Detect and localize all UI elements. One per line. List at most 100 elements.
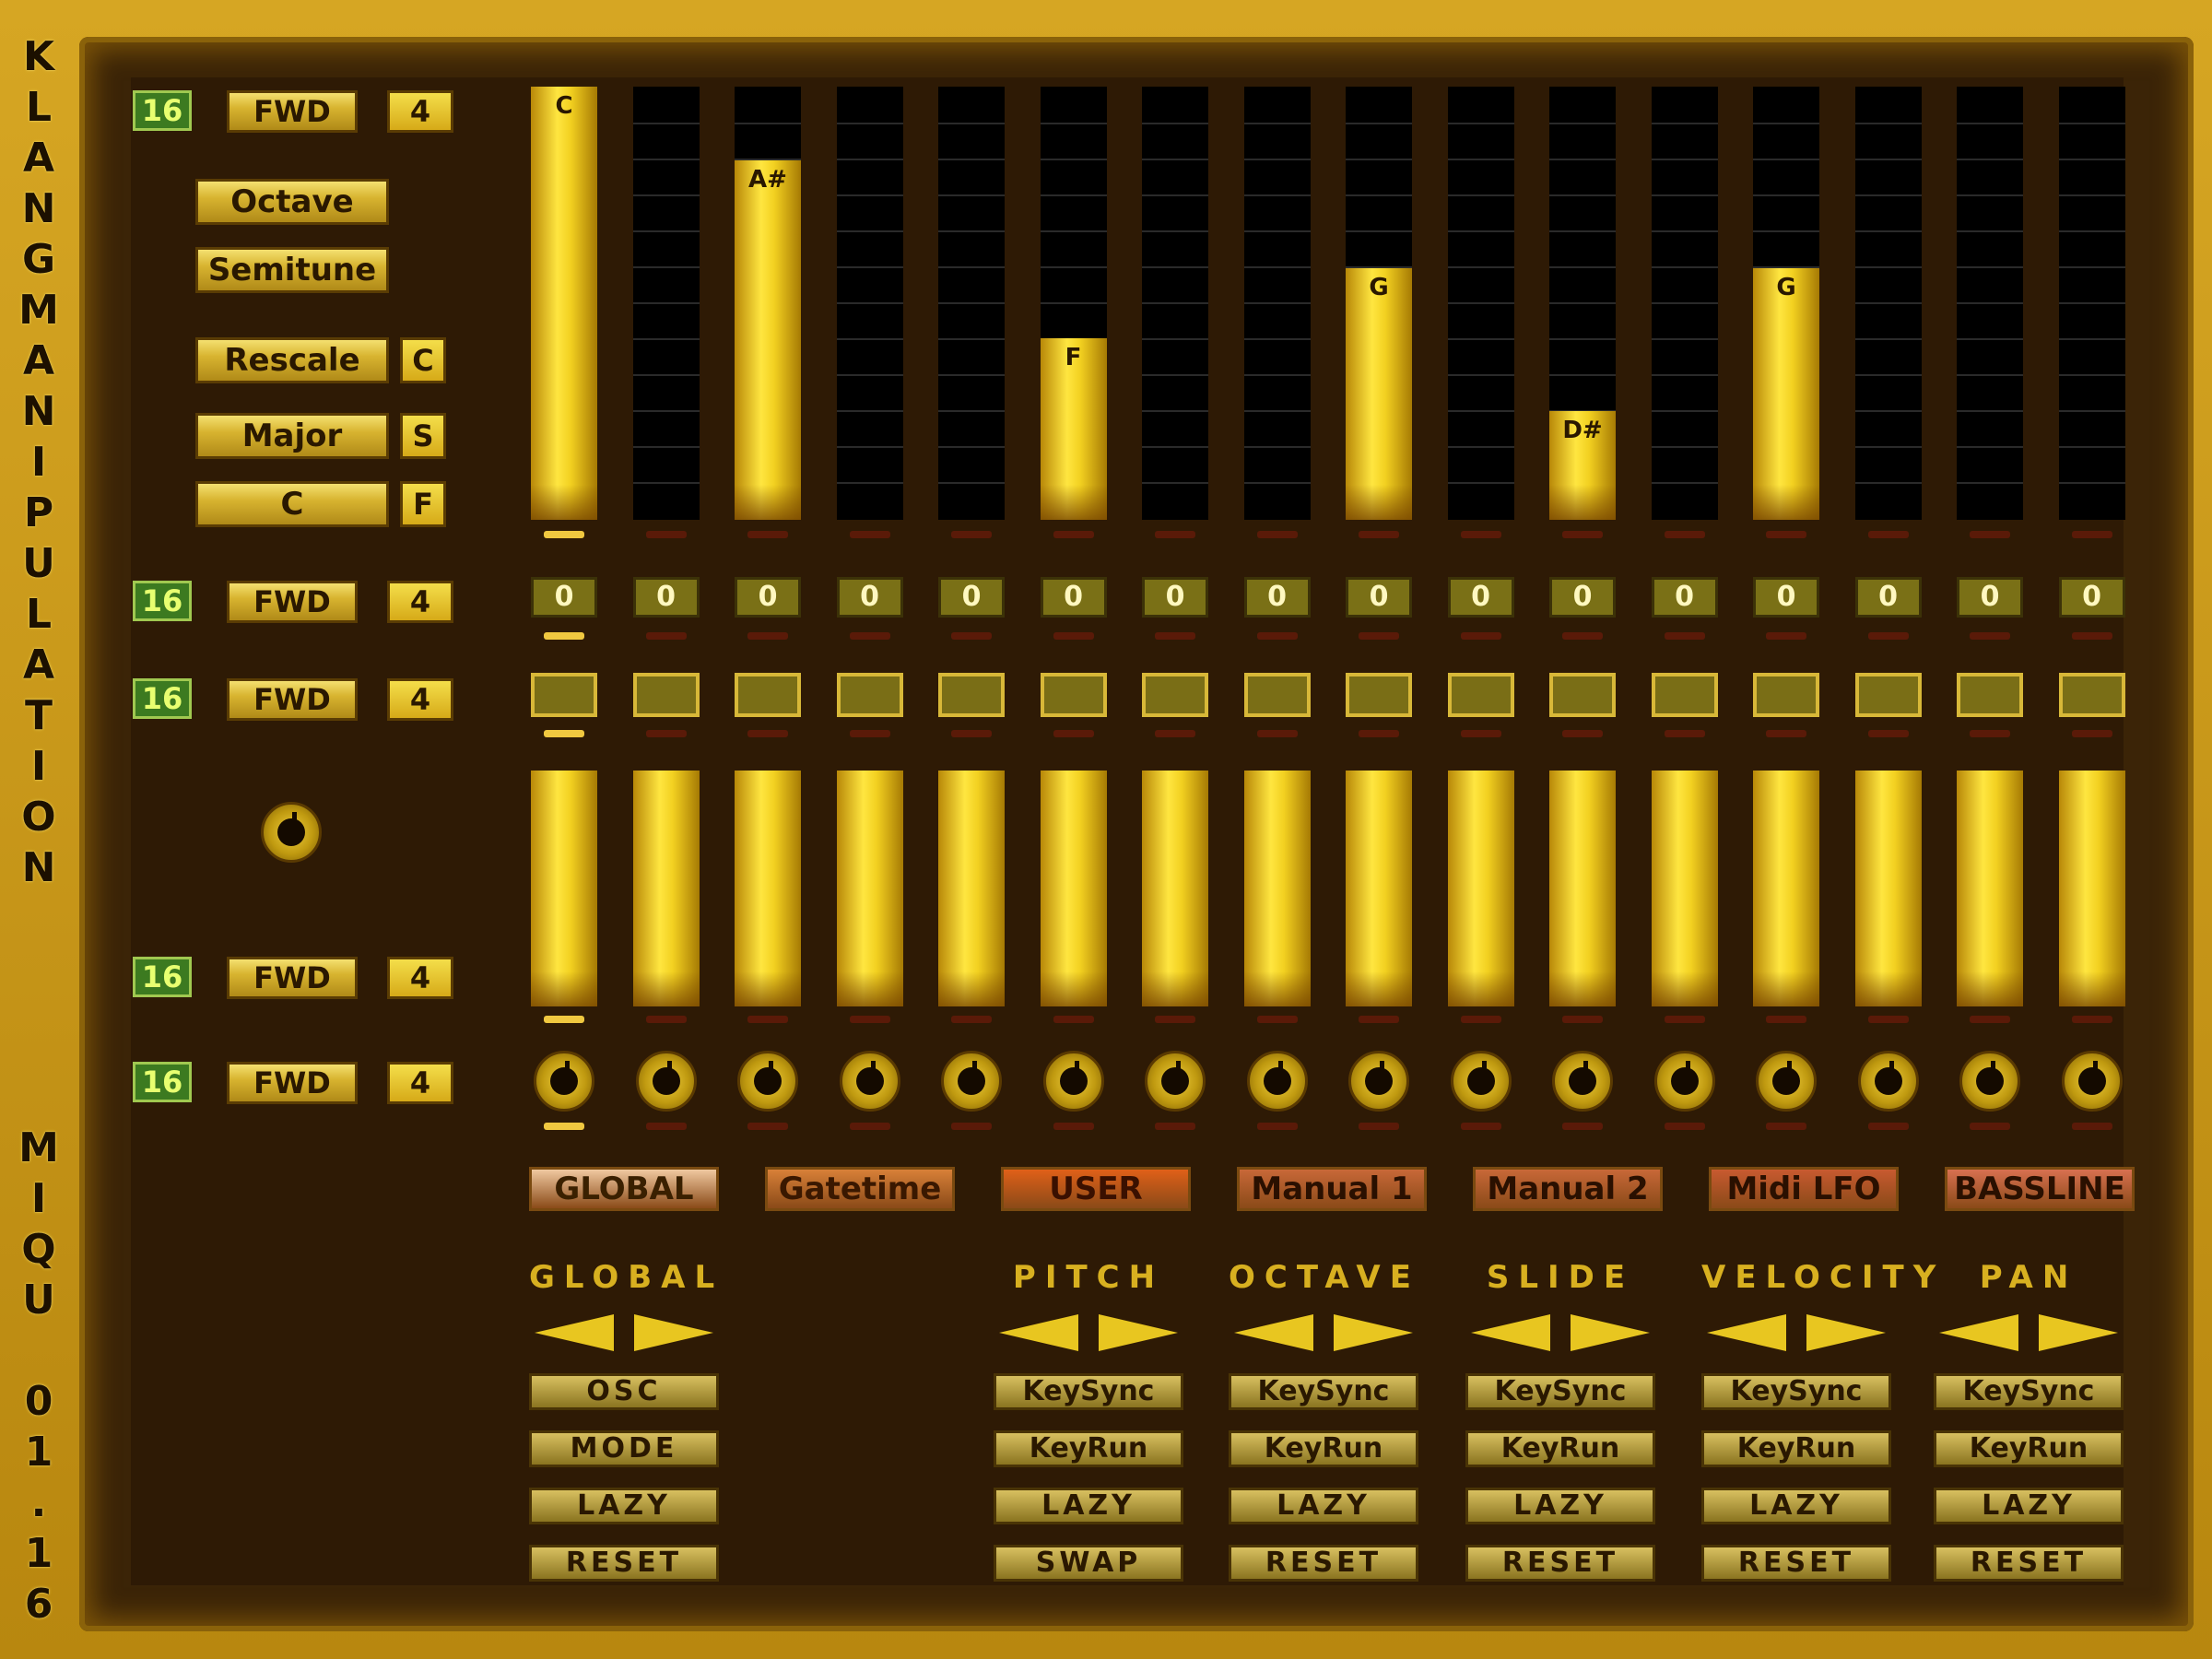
octave-step[interactable]: 0 bbox=[1957, 577, 2023, 618]
pitch-bar[interactable]: G bbox=[1346, 268, 1412, 520]
pitch-step[interactable]: A# bbox=[735, 87, 801, 520]
slide-step[interactable] bbox=[1651, 673, 1718, 717]
root-note-select[interactable]: C bbox=[195, 481, 389, 527]
rescale-tag[interactable]: C bbox=[400, 337, 446, 383]
velocity-bar[interactable] bbox=[1549, 771, 1616, 1006]
global-knob[interactable] bbox=[261, 802, 322, 863]
previous-arrow-icon[interactable] bbox=[535, 1314, 614, 1351]
pitch-step[interactable]: F bbox=[1040, 87, 1107, 520]
velocity-step[interactable] bbox=[1447, 771, 1514, 1006]
next-arrow-icon[interactable] bbox=[2039, 1314, 2118, 1351]
octave-step[interactable]: 0 bbox=[735, 577, 801, 618]
velocity-step[interactable] bbox=[531, 771, 597, 1006]
next-arrow-icon[interactable] bbox=[1334, 1314, 1413, 1351]
octave-step[interactable]: 0 bbox=[2058, 577, 2125, 618]
slide-step[interactable] bbox=[1243, 673, 1311, 717]
velocity-step[interactable] bbox=[1957, 771, 2023, 1006]
section-button-lazy[interactable]: LAZY bbox=[1934, 1488, 2124, 1524]
velocity-bar[interactable] bbox=[1243, 771, 1311, 1006]
slide-step[interactable] bbox=[1447, 673, 1514, 717]
pan-knob[interactable] bbox=[635, 1051, 697, 1112]
pitch-step[interactable] bbox=[1243, 87, 1311, 520]
next-arrow-icon[interactable] bbox=[1099, 1314, 1178, 1351]
pitch-step[interactable]: C bbox=[531, 87, 597, 520]
pitch-bar[interactable]: F bbox=[1040, 338, 1107, 520]
slide-step[interactable] bbox=[1753, 673, 1819, 717]
root-tag[interactable]: F bbox=[400, 481, 446, 527]
next-arrow-icon[interactable] bbox=[634, 1314, 713, 1351]
section-button-keysync[interactable]: KeySync bbox=[1701, 1373, 1891, 1410]
division-button[interactable]: 4 bbox=[387, 678, 453, 721]
section-button-keyrun[interactable]: KeyRun bbox=[1701, 1430, 1891, 1467]
section-button-reset[interactable]: RESET bbox=[1465, 1545, 1655, 1582]
section-button-lazy[interactable]: LAZY bbox=[529, 1488, 719, 1524]
steps-count[interactable]: 16 bbox=[133, 957, 192, 997]
section-button-keysync[interactable]: KeySync bbox=[1934, 1373, 2124, 1410]
section-button-reset[interactable]: RESET bbox=[1229, 1545, 1418, 1582]
section-button-swap[interactable]: SWAP bbox=[994, 1545, 1183, 1582]
pitch-step[interactable] bbox=[836, 87, 903, 520]
previous-arrow-icon[interactable] bbox=[1471, 1314, 1550, 1351]
slide-step[interactable] bbox=[1854, 673, 1922, 717]
section-button-keyrun[interactable]: KeyRun bbox=[1934, 1430, 2124, 1467]
direction-button[interactable]: FWD bbox=[227, 581, 358, 623]
tab-manual-1[interactable]: Manual 1 bbox=[1237, 1167, 1427, 1211]
section-button-keysync[interactable]: KeySync bbox=[994, 1373, 1183, 1410]
pan-knob[interactable] bbox=[1756, 1051, 1817, 1112]
octave-step[interactable]: 0 bbox=[1549, 577, 1616, 618]
next-arrow-icon[interactable] bbox=[1806, 1314, 1886, 1351]
octave-button[interactable]: Octave bbox=[195, 179, 389, 225]
velocity-bar[interactable] bbox=[1346, 771, 1412, 1006]
octave-step[interactable]: 0 bbox=[836, 577, 903, 618]
section-button-keysync[interactable]: KeySync bbox=[1229, 1373, 1418, 1410]
velocity-bar[interactable] bbox=[1854, 771, 1922, 1006]
pan-knob[interactable] bbox=[1959, 1051, 2020, 1112]
tab-user[interactable]: USER bbox=[1001, 1167, 1191, 1211]
velocity-step[interactable] bbox=[1753, 771, 1819, 1006]
velocity-step[interactable] bbox=[1651, 771, 1718, 1006]
slide-step[interactable] bbox=[1142, 673, 1208, 717]
tab-midi-lfo[interactable]: Midi LFO bbox=[1709, 1167, 1899, 1211]
pitch-step[interactable] bbox=[2058, 87, 2125, 520]
velocity-bar[interactable] bbox=[1040, 771, 1107, 1006]
section-button-osc[interactable]: OSC bbox=[529, 1373, 719, 1410]
tab-bassline[interactable]: BASSLINE bbox=[1945, 1167, 2135, 1211]
steps-count[interactable]: 16 bbox=[133, 90, 192, 131]
pan-knob[interactable] bbox=[737, 1051, 798, 1112]
section-button-lazy[interactable]: LAZY bbox=[1465, 1488, 1655, 1524]
velocity-step[interactable] bbox=[836, 771, 903, 1006]
pan-knob[interactable] bbox=[1450, 1051, 1512, 1112]
pitch-step[interactable]: G bbox=[1753, 87, 1819, 520]
octave-step[interactable]: 0 bbox=[1243, 577, 1311, 618]
velocity-step[interactable] bbox=[1854, 771, 1922, 1006]
division-button[interactable]: 4 bbox=[387, 1062, 453, 1104]
section-button-keysync[interactable]: KeySync bbox=[1465, 1373, 1655, 1410]
previous-arrow-icon[interactable] bbox=[999, 1314, 1078, 1351]
slide-step[interactable] bbox=[1957, 673, 2023, 717]
slide-step[interactable] bbox=[836, 673, 903, 717]
pitch-bar[interactable]: A# bbox=[735, 160, 801, 520]
section-button-keyrun[interactable]: KeyRun bbox=[1229, 1430, 1418, 1467]
slide-step[interactable] bbox=[1040, 673, 1107, 717]
pan-knob[interactable] bbox=[839, 1051, 900, 1112]
pan-knob[interactable] bbox=[1348, 1051, 1409, 1112]
rescale-button[interactable]: Rescale bbox=[195, 337, 389, 383]
section-button-lazy[interactable]: LAZY bbox=[1229, 1488, 1418, 1524]
velocity-step[interactable] bbox=[735, 771, 801, 1006]
octave-step[interactable]: 0 bbox=[1142, 577, 1208, 618]
pitch-bar[interactable]: G bbox=[1753, 268, 1819, 520]
slide-step[interactable] bbox=[938, 673, 1005, 717]
pitch-step[interactable]: G bbox=[1346, 87, 1412, 520]
pan-knob[interactable] bbox=[1145, 1051, 1206, 1112]
velocity-bar[interactable] bbox=[836, 771, 903, 1006]
previous-arrow-icon[interactable] bbox=[1707, 1314, 1786, 1351]
octave-step[interactable]: 0 bbox=[1346, 577, 1412, 618]
section-button-keyrun[interactable]: KeyRun bbox=[994, 1430, 1183, 1467]
tab-global[interactable]: GLOBAL bbox=[529, 1167, 719, 1211]
pitch-step[interactable] bbox=[1854, 87, 1922, 520]
velocity-step[interactable] bbox=[1040, 771, 1107, 1006]
velocity-step[interactable] bbox=[1243, 771, 1311, 1006]
scale-select[interactable]: Major bbox=[195, 413, 389, 459]
division-button[interactable]: 4 bbox=[387, 957, 453, 999]
pitch-step[interactable] bbox=[1142, 87, 1208, 520]
